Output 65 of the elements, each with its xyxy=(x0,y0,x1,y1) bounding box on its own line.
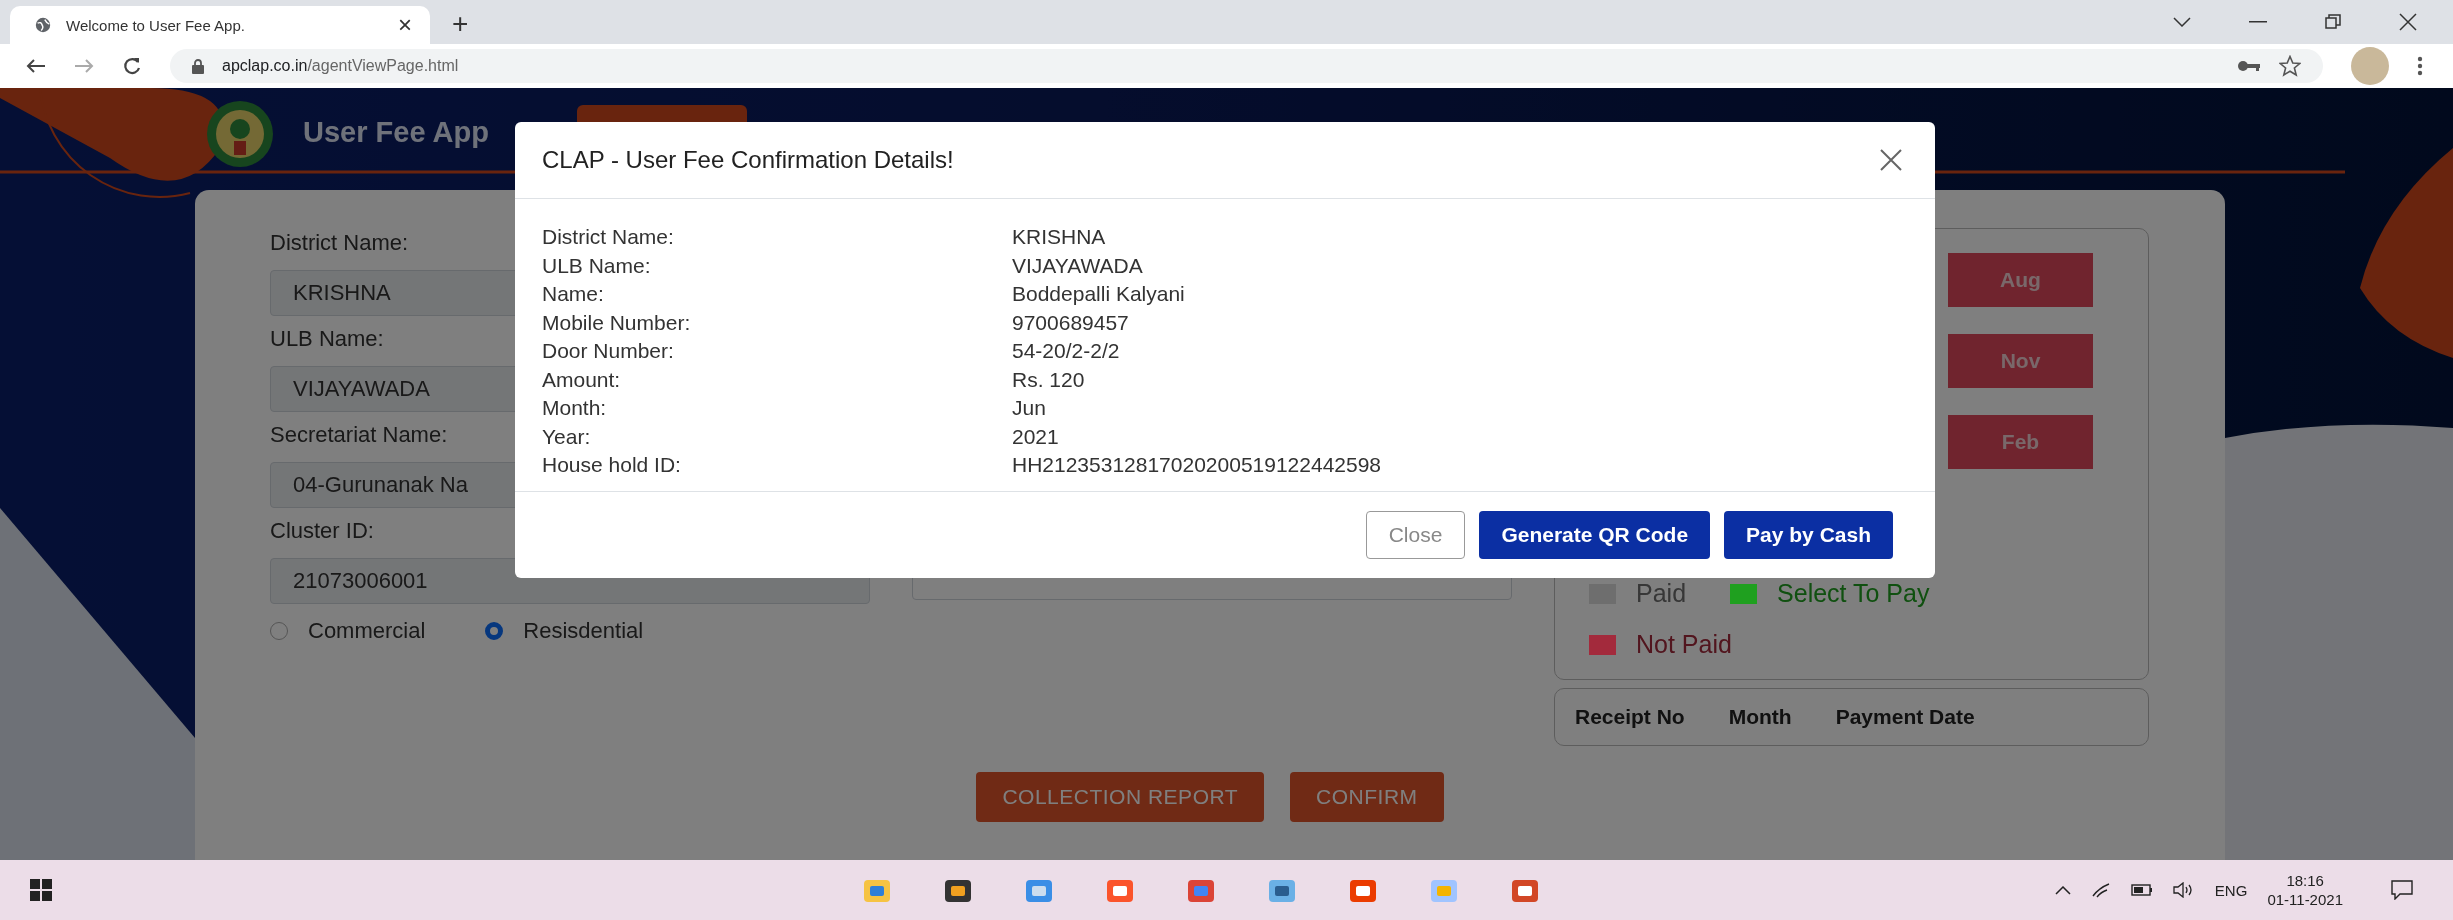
emblem-icon xyxy=(205,99,275,169)
detail-label: ULB Name: xyxy=(542,253,652,279)
clock-date: 01-11-2021 xyxy=(2267,890,2343,909)
detail-value: Boddepalli Kalyani xyxy=(1012,282,1186,307)
language-indicator[interactable]: ENG xyxy=(2214,881,2248,899)
detail-value: VIJAYAWADA xyxy=(1012,253,1144,279)
detail-label: Mobile Number: xyxy=(542,310,692,336)
legend-label: Select To Pay xyxy=(1777,579,1930,608)
close-icon[interactable] xyxy=(1879,148,1903,172)
radio-button[interactable] xyxy=(485,622,504,640)
tab-title: Welcome to User Fee App. xyxy=(66,16,246,34)
radio-label: Commercial xyxy=(308,618,426,644)
field-label: Secretariat Name: xyxy=(270,422,448,449)
browser-tab[interactable]: Welcome to User Fee App. × xyxy=(10,6,430,44)
globe-icon xyxy=(34,16,52,34)
column-header: Receipt No xyxy=(1575,705,1685,729)
detail-label: Amount: xyxy=(542,367,622,393)
more-menu-icon[interactable] xyxy=(2417,56,2423,76)
field-label: ULB Name: xyxy=(270,326,384,353)
key-icon[interactable] xyxy=(2237,60,2261,72)
column-header: Payment Date xyxy=(1835,705,1975,729)
column-header: Month xyxy=(1728,705,1792,729)
detail-label: Month: xyxy=(542,396,608,421)
dialog-button[interactable]: Generate QR Code xyxy=(1479,511,1711,559)
field-label: Cluster ID: xyxy=(270,518,374,545)
detail-label: Door Number: xyxy=(542,339,675,364)
notification-icon[interactable] xyxy=(2391,880,2413,900)
detail-label: Year: xyxy=(542,424,592,450)
star-icon[interactable] xyxy=(2279,55,2301,77)
legend-label: Paid xyxy=(1636,579,1687,608)
detail-value: 9700689457 xyxy=(1012,310,1130,336)
battery-icon[interactable] xyxy=(2130,884,2153,896)
chevron-up-icon[interactable] xyxy=(2054,885,2071,895)
detail-label: Name: xyxy=(542,282,605,307)
legend-label: Not Paid xyxy=(1636,630,1732,659)
detail-value: Rs. 120 xyxy=(1012,367,1086,393)
radio-label: Resisdential xyxy=(523,618,644,644)
dialog-button[interactable]: Pay by Cash xyxy=(1724,511,1893,559)
windows-start-icon[interactable] xyxy=(30,879,52,901)
field-label: District Name: xyxy=(270,230,409,257)
lock-icon xyxy=(192,58,204,74)
speaker-icon[interactable] xyxy=(2172,882,2195,898)
app-title: User Fee App xyxy=(303,115,489,149)
dialog-title: CLAP - User Fee Confirmation Details! xyxy=(542,146,954,174)
reload-icon[interactable] xyxy=(122,56,142,76)
detail-value: Jun xyxy=(1012,396,1047,421)
detail-value: 54-20/2-2/2 xyxy=(1012,339,1121,364)
restore-icon[interactable] xyxy=(2325,14,2341,30)
chevron-down-icon[interactable] xyxy=(2173,17,2191,27)
new-tab-button[interactable]: + xyxy=(452,8,469,40)
detail-value: HH21235312817020200519122442598 xyxy=(1012,453,1383,478)
address-bar[interactable]: apclap.co.in/agentViewPage.html xyxy=(170,49,2323,83)
close-icon[interactable] xyxy=(2399,13,2417,31)
clock-time: 18:16 xyxy=(2286,871,2324,890)
dialog-button[interactable]: Close xyxy=(1365,511,1466,559)
detail-label: House hold ID: xyxy=(542,453,682,478)
wifi-icon[interactable] xyxy=(2090,882,2111,898)
detail-value: KRISHNA xyxy=(1012,225,1107,250)
minimize-icon[interactable] xyxy=(2249,21,2267,23)
url-text: apclap.co.in/agentViewPage.html xyxy=(222,57,459,75)
radio-button[interactable] xyxy=(270,622,288,640)
detail-value: 2021 xyxy=(1012,424,1060,450)
detail-label: District Name: xyxy=(542,225,675,250)
back-arrow-icon[interactable] xyxy=(26,58,46,74)
tab-close-button[interactable]: × xyxy=(398,11,412,39)
